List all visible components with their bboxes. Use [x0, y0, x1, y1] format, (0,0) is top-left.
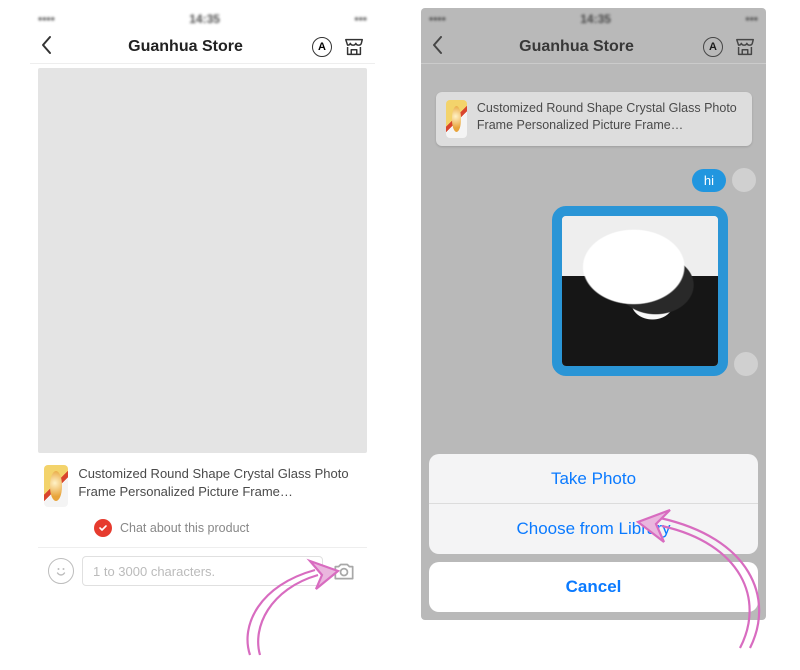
avatar	[734, 352, 758, 376]
message-input-bar: 1 to 3000 characters.	[38, 548, 367, 594]
phone-left: •••• 14:35 ••• Guanhua Store A	[30, 8, 375, 620]
back-button[interactable]	[40, 35, 60, 59]
nav-bar: Guanhua Store A	[30, 30, 375, 64]
status-bar: •••• 14:35 •••	[30, 8, 375, 30]
product-title: Customized Round Shape Crystal Glass Pho…	[477, 100, 742, 138]
product-thumbnail	[446, 100, 467, 138]
emoji-button[interactable]	[48, 558, 74, 584]
store-button[interactable]	[734, 36, 756, 58]
take-photo-button[interactable]: Take Photo	[429, 454, 758, 504]
status-time: 14:35	[189, 12, 220, 26]
status-bar: •••• 14:35 •••	[421, 8, 766, 30]
choose-from-library-button[interactable]: Choose from Library	[429, 504, 758, 554]
camera-button[interactable]	[331, 558, 357, 584]
message-row-image	[429, 206, 758, 376]
translate-icon: A	[703, 37, 723, 57]
portrait-image	[562, 216, 718, 366]
chat-hint-label: Chat about this product	[120, 521, 249, 535]
message-row-hi: hi	[429, 164, 758, 196]
store-button[interactable]	[343, 36, 365, 58]
page-title: Guanhua Store	[60, 38, 311, 56]
chat-empty-area	[38, 68, 367, 453]
camera-icon	[331, 558, 357, 584]
product-thumbnail	[44, 465, 68, 507]
store-icon	[343, 36, 365, 58]
store-icon	[734, 36, 756, 58]
sent-image[interactable]	[552, 206, 728, 376]
page-title: Guanhua Store	[451, 38, 702, 56]
chat-hint-row[interactable]: Chat about this product	[38, 513, 367, 547]
translate-icon: A	[312, 37, 332, 57]
message-placeholder: 1 to 3000 characters.	[93, 564, 215, 579]
message-bubble: hi	[692, 169, 726, 192]
product-card[interactable]: Customized Round Shape Crystal Glass Pho…	[436, 92, 752, 146]
translate-button[interactable]: A	[702, 36, 724, 58]
translate-button[interactable]: A	[311, 36, 333, 58]
back-button[interactable]	[431, 35, 451, 59]
product-preview[interactable]: Customized Round Shape Crystal Glass Pho…	[38, 453, 367, 513]
product-title: Customized Round Shape Crystal Glass Pho…	[78, 465, 361, 501]
action-sheet-options: Take Photo Choose from Library	[429, 454, 758, 554]
check-icon	[94, 519, 112, 537]
avatar	[732, 168, 756, 192]
phone-right: •••• 14:35 ••• Guanhua Store A	[421, 8, 766, 620]
status-time: 14:35	[580, 12, 611, 26]
photo-action-sheet: Take Photo Choose from Library Cancel	[429, 454, 758, 612]
nav-bar: Guanhua Store A	[421, 30, 766, 64]
cancel-button[interactable]: Cancel	[429, 562, 758, 612]
smiley-icon	[53, 563, 69, 579]
message-input[interactable]: 1 to 3000 characters.	[82, 556, 323, 586]
